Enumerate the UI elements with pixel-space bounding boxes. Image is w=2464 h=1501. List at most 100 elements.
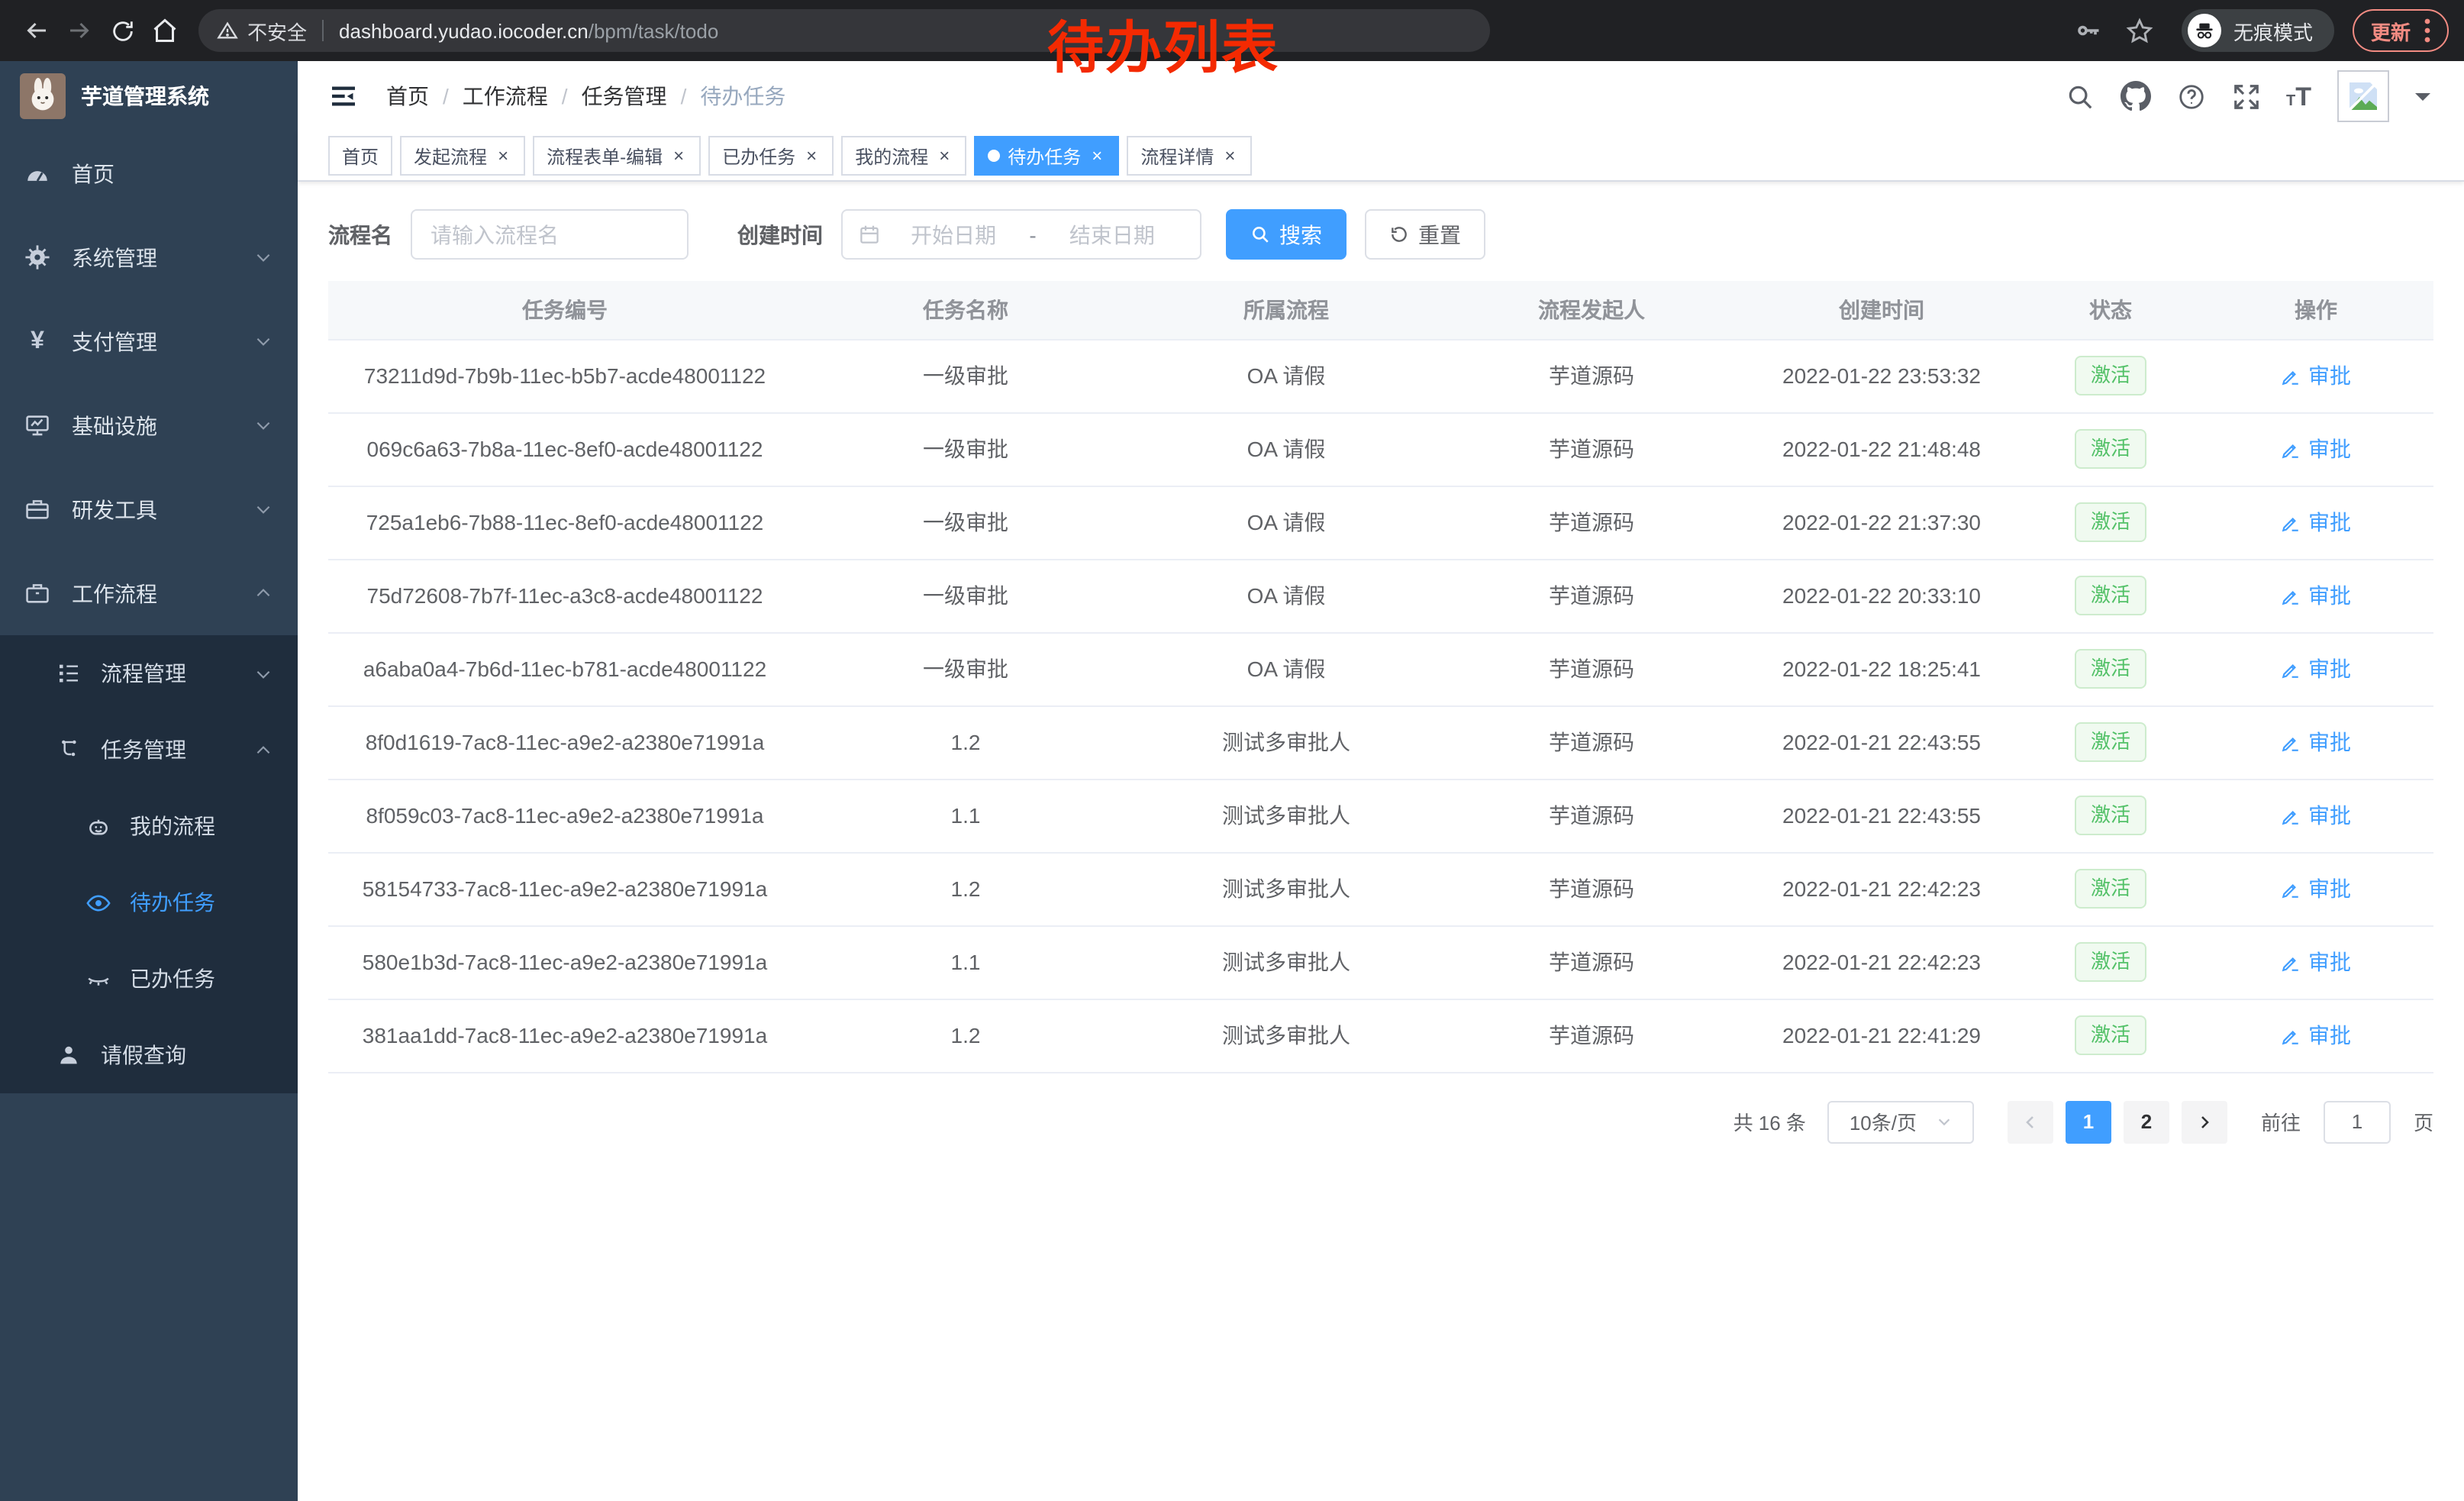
- github-icon[interactable]: [2120, 81, 2150, 111]
- close-icon[interactable]: ×: [495, 145, 511, 166]
- robot-icon: [85, 813, 111, 839]
- cell-task-name: 一级审批: [801, 559, 1130, 632]
- sidebar-item-home[interactable]: 首页: [0, 131, 298, 215]
- reset-button[interactable]: 重置: [1365, 209, 1485, 260]
- close-icon[interactable]: ×: [670, 145, 687, 166]
- status-badge: 激活: [2075, 356, 2146, 395]
- browser-update-menu-button[interactable]: 更新: [2353, 9, 2449, 52]
- cell-task-name: 1.2: [801, 999, 1130, 1072]
- close-icon[interactable]: ×: [803, 145, 820, 166]
- password-key-icon[interactable]: [2069, 11, 2108, 50]
- date-range-picker[interactable]: 开始日期 - 结束日期: [841, 209, 1201, 260]
- sidebar-item-task-management[interactable]: 任务管理: [0, 712, 298, 788]
- cell-operation: 审批: [2198, 705, 2433, 779]
- start-date-placeholder[interactable]: 开始日期: [881, 219, 1026, 250]
- tag-process-detail[interactable]: 流程详情×: [1127, 136, 1252, 176]
- sidebar-item-label: 流程管理: [101, 658, 186, 689]
- eye-icon: [85, 889, 111, 915]
- bookmark-star-icon[interactable]: [2121, 11, 2160, 50]
- breadcrumb-task-management[interactable]: 任务管理: [582, 81, 667, 111]
- sidebar-item-label: 任务管理: [101, 734, 186, 765]
- sidebar-item-process-management[interactable]: 流程管理: [0, 635, 298, 712]
- chevron-left-icon: [2021, 1112, 2040, 1131]
- browser-reload-button[interactable]: [101, 9, 144, 52]
- filter-form: 流程名 创建时间 开始日期 - 结束日期 搜索 重: [328, 209, 2433, 260]
- sidebar-item-todo-tasks[interactable]: 待办任务: [0, 864, 298, 941]
- tag-home[interactable]: 首页: [328, 136, 392, 176]
- sidebar-item-my-process[interactable]: 我的流程: [0, 788, 298, 864]
- cell-process: 测试多审批人: [1130, 925, 1443, 999]
- cell-operation: 审批: [2198, 779, 2433, 852]
- cell-create-time: 2022-01-21 22:43:55: [1740, 705, 2023, 779]
- sidebar-item-done-tasks[interactable]: 已办任务: [0, 941, 298, 1017]
- address-bar[interactable]: 不安全 dashboard.yudao.iocoder.cn/bpm/task/…: [198, 9, 1490, 52]
- cell-starter: 芋道源码: [1443, 486, 1740, 559]
- warning-icon: [217, 20, 238, 41]
- close-icon[interactable]: ×: [936, 145, 953, 166]
- breadcrumb-separator: /: [562, 84, 568, 108]
- cell-status: 激活: [2023, 339, 2198, 412]
- create-time-label: 创建时间: [737, 219, 823, 250]
- approve-link[interactable]: 审批: [2281, 507, 2351, 537]
- cell-create-time: 2022-01-21 22:43:55: [1740, 779, 2023, 852]
- page-button-2[interactable]: 2: [2124, 1100, 2169, 1143]
- cell-status: 激活: [2023, 559, 2198, 632]
- tag-process-form-edit[interactable]: 流程表单-编辑×: [533, 136, 701, 176]
- next-page-button[interactable]: [2182, 1100, 2227, 1143]
- cell-process: OA 请假: [1130, 632, 1443, 705]
- prev-page-button[interactable]: [2008, 1100, 2053, 1143]
- browser-home-button[interactable]: [144, 9, 186, 52]
- browser-forward-button[interactable]: [58, 9, 101, 52]
- approve-link[interactable]: 审批: [2281, 947, 2351, 977]
- cell-process: 测试多审批人: [1130, 852, 1443, 925]
- sidebar-item-label: 系统管理: [72, 242, 157, 273]
- help-icon[interactable]: [2176, 82, 2205, 111]
- avatar-dropdown-caret[interactable]: [2415, 92, 2430, 108]
- close-icon[interactable]: ×: [1221, 145, 1238, 166]
- cell-starter: 芋道源码: [1443, 852, 1740, 925]
- page-content: 流程名 创建时间 开始日期 - 结束日期 搜索 重: [298, 182, 2464, 1501]
- approve-link[interactable]: 审批: [2281, 580, 2351, 611]
- pagination-total: 共 16 条: [1734, 1107, 1806, 1136]
- approve-link[interactable]: 审批: [2281, 360, 2351, 391]
- font-size-icon[interactable]: TT: [2286, 83, 2311, 109]
- approve-link[interactable]: 审批: [2281, 1020, 2351, 1051]
- sidebar-item-system[interactable]: 系统管理: [0, 215, 298, 299]
- fullscreen-icon[interactable]: [2231, 82, 2260, 111]
- sidebar-item-leave-query[interactable]: 请假查询: [0, 1017, 298, 1093]
- tag-todo-tasks[interactable]: 待办任务×: [974, 136, 1119, 176]
- approve-link[interactable]: 审批: [2281, 434, 2351, 464]
- sidebar-collapse-icon[interactable]: [328, 81, 359, 111]
- approve-link[interactable]: 审批: [2281, 800, 2351, 831]
- edit-icon: [2281, 952, 2301, 972]
- tag-done-tasks[interactable]: 已办任务×: [708, 136, 834, 176]
- page-button-1[interactable]: 1: [2066, 1100, 2111, 1143]
- security-indicator[interactable]: 不安全: [217, 16, 307, 45]
- process-name-input[interactable]: [411, 209, 689, 260]
- tag-my-process[interactable]: 我的流程×: [841, 136, 966, 176]
- approve-link[interactable]: 审批: [2281, 873, 2351, 904]
- sidebar-item-workflow[interactable]: 工作流程: [0, 551, 298, 635]
- sidebar: 芋道管理系统 首页 系统管理 ¥ 支付管理: [0, 61, 298, 1501]
- breadcrumb-workflow[interactable]: 工作流程: [463, 81, 548, 111]
- breadcrumb-home[interactable]: 首页: [386, 81, 429, 111]
- end-date-placeholder[interactable]: 结束日期: [1040, 219, 1185, 250]
- close-icon[interactable]: ×: [1088, 145, 1105, 166]
- column-header-status: 状态: [2023, 281, 2198, 339]
- approve-link[interactable]: 审批: [2281, 654, 2351, 684]
- cell-create-time: 2022-01-22 21:37:30: [1740, 486, 2023, 559]
- status-badge: 激活: [2075, 576, 2146, 615]
- avatar[interactable]: [2337, 70, 2389, 122]
- approve-link[interactable]: 审批: [2281, 727, 2351, 757]
- cell-starter: 芋道源码: [1443, 925, 1740, 999]
- goto-page-input[interactable]: [2324, 1100, 2391, 1143]
- browser-back-button[interactable]: [15, 9, 58, 52]
- sidebar-item-payment[interactable]: ¥ 支付管理: [0, 299, 298, 383]
- page-size-select[interactable]: 10条/页: [1827, 1100, 1974, 1143]
- cell-create-time: 2022-01-21 22:42:23: [1740, 852, 2023, 925]
- sidebar-item-devtools[interactable]: 研发工具: [0, 467, 298, 551]
- search-icon[interactable]: [2065, 82, 2094, 111]
- sidebar-item-infrastructure[interactable]: 基础设施: [0, 383, 298, 467]
- tag-start-process[interactable]: 发起流程×: [400, 136, 525, 176]
- search-button[interactable]: 搜索: [1226, 209, 1346, 260]
